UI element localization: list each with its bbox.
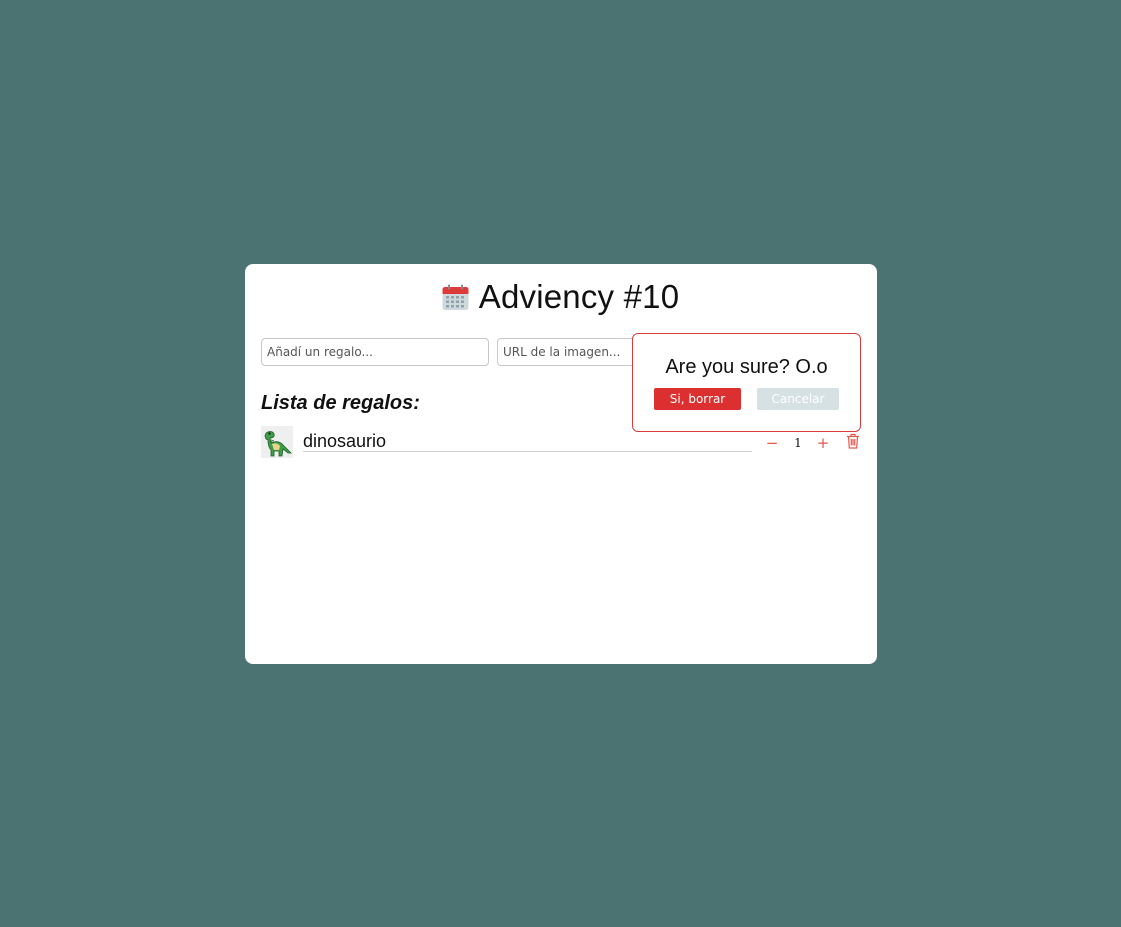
cancel-button[interactable]: Cancelar [757,388,839,410]
decrease-quantity-button[interactable]: − [763,434,781,452]
gift-name: dinosaurio [303,432,752,452]
page-header: Adviency #10 [0,277,1121,317]
dinosaur-icon [264,431,292,457]
increase-quantity-button[interactable]: + [814,434,832,452]
app-card [245,264,877,664]
gift-image [261,426,293,458]
confirm-delete-button[interactable]: Si, borrar [654,388,741,410]
gift-name-input[interactable] [261,338,489,366]
quantity-value: 1 [794,436,802,450]
gift-list-heading: Lista de regalos: [261,392,420,414]
confirm-question: Are you sure? O.o [665,356,828,378]
delete-confirm-dialog: Are you sure? O.o Si, borrar Cancelar [632,333,861,432]
calendar-icon [442,284,469,310]
trash-icon [847,433,859,449]
image-url-input[interactable] [497,338,637,366]
delete-gift-button[interactable] [845,433,861,450]
page-title: Adviency #10 [478,278,680,315]
